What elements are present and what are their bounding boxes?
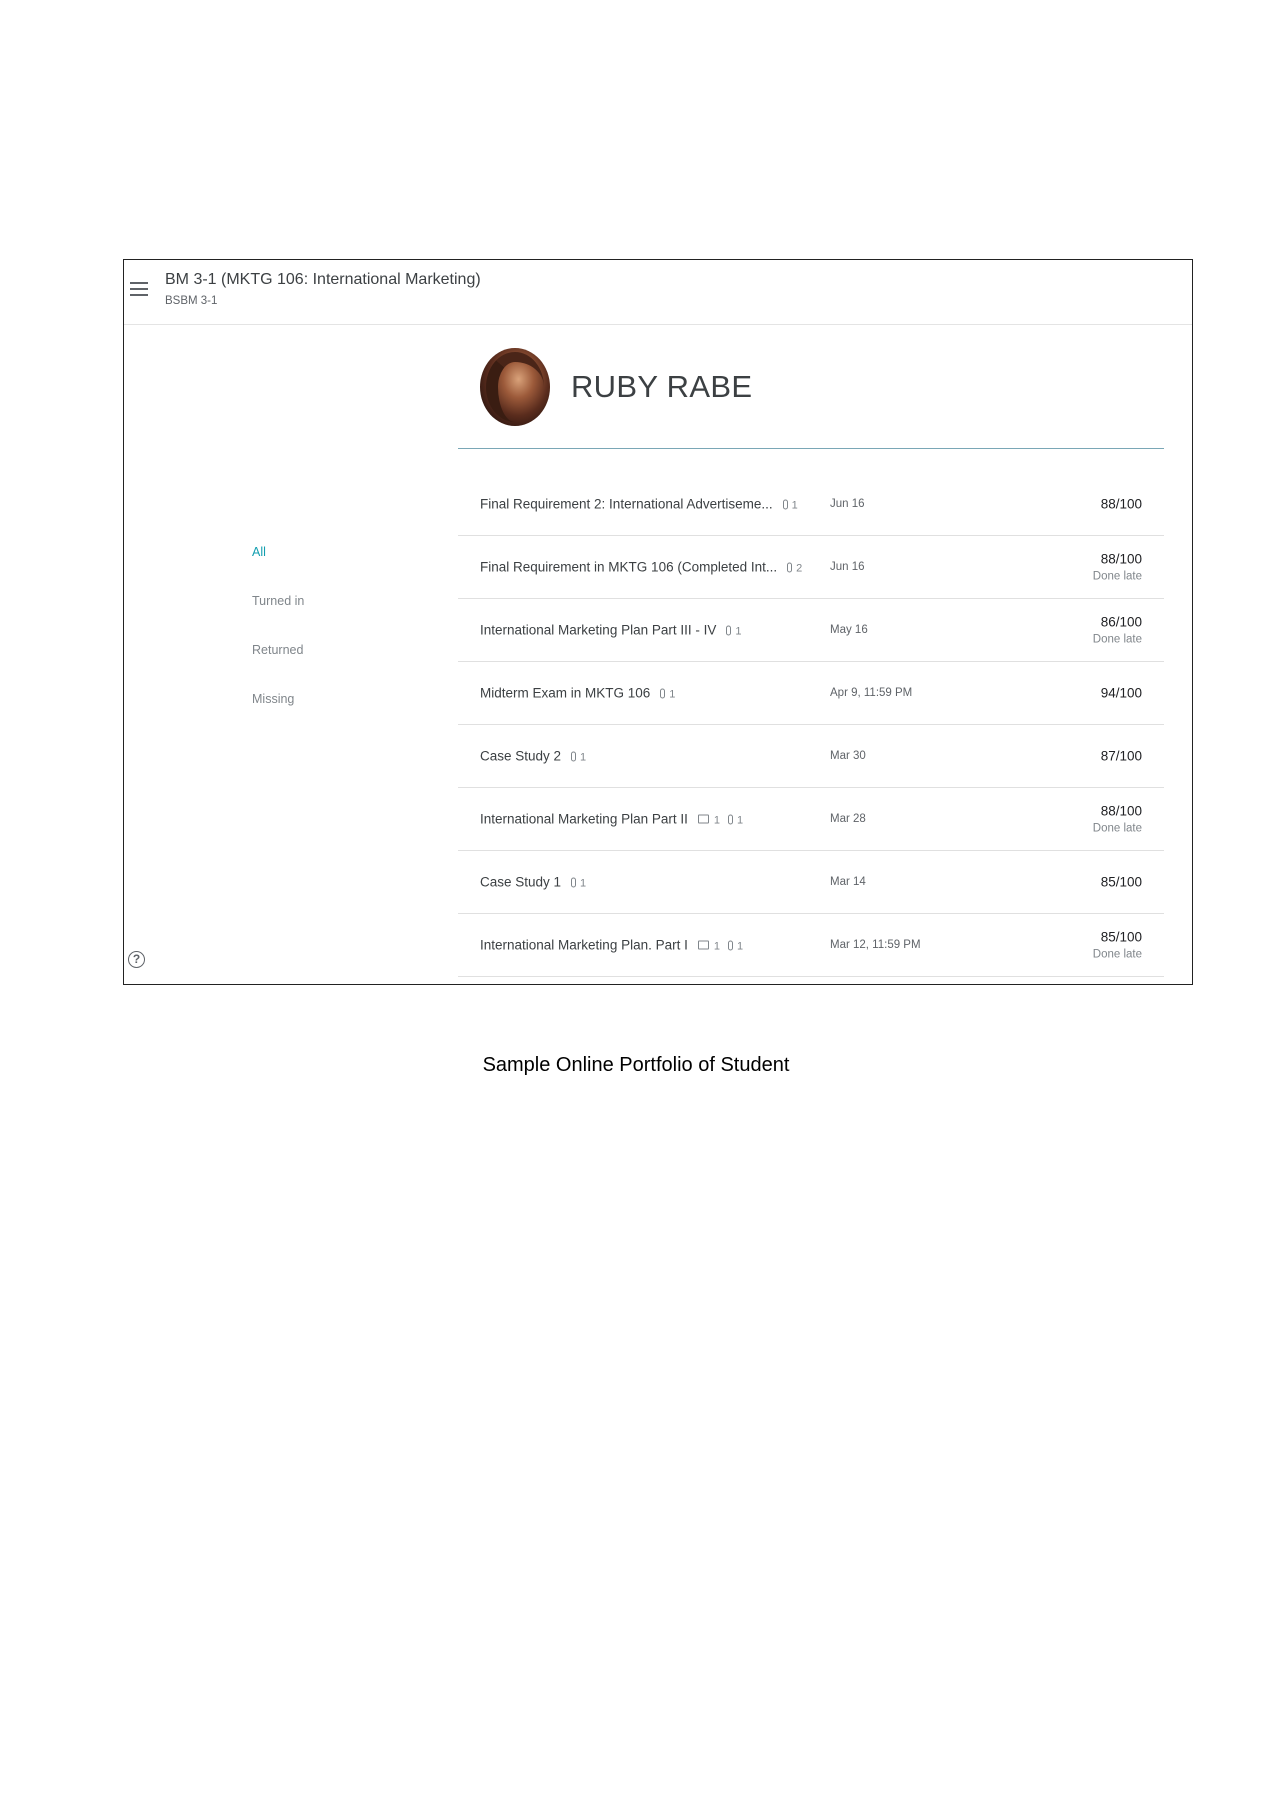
assignment-row[interactable]: Final Requirement 2: International Adver… [458,473,1164,536]
status-label: Done late [1092,822,1142,835]
grade-score: 88/100 [1100,496,1142,512]
status-label: Done late [1092,948,1142,961]
attachment-count: 1 [580,877,587,890]
comment-count: 1 [713,814,720,827]
status-label: Done late [1092,570,1142,583]
due-date: Mar 30 [830,750,866,762]
assignment-title: Final Requirement in MKTG 106 (Completed… [480,559,778,575]
grade-score: 88/100 [1100,551,1142,567]
top-bar: BM 3-1 (MKTG 106: International Marketin… [124,260,1192,325]
assignment-title: Case Study 2 [480,748,562,764]
hamburger-menu-icon[interactable] [130,282,148,296]
grade-score: 85/100 [1100,929,1142,945]
filter-all[interactable]: All [252,545,266,559]
due-date: Jun 16 [830,498,865,510]
due-date: Apr 9, 11:59 PM [830,687,913,699]
due-date: Mar 14 [830,876,866,888]
assignment-row[interactable]: Case Study 2 1 Mar 30 87/100 [458,725,1164,788]
attachment-count: 1 [669,688,676,701]
due-date: May 16 [830,624,868,636]
attachment-count: 1 [735,625,742,638]
assignment-title: Final Requirement 2: International Adver… [480,496,773,512]
assignment-row[interactable]: International Marketing Plan Part III - … [458,599,1164,662]
grade-score: 86/100 [1100,614,1142,630]
grade-score: 87/100 [1100,748,1142,764]
assignment-row[interactable]: Final Requirement in MKTG 106 (Completed… [458,536,1164,599]
paperclip-icon [782,499,788,510]
paperclip-icon [787,562,793,573]
grade-score: 85/100 [1100,874,1142,890]
assignment-title: Midterm Exam in MKTG 106 [480,685,651,701]
paperclip-icon [571,877,577,888]
paperclip-icon [660,688,666,699]
due-date: Mar 12, 11:59 PM [830,939,921,951]
paperclip-icon [727,814,733,825]
attachment-count: 1 [736,814,744,827]
due-date: Mar 28 [830,813,866,825]
filter-missing[interactable]: Missing [252,692,294,706]
attachment-count: 1 [791,499,798,512]
assignment-title: International Marketing Plan Part III - … [480,622,717,638]
comment-icon [697,940,709,950]
attachment-count: 1 [736,940,744,953]
assignment-row[interactable]: International Marketing Plan. Part I 1 1 M… [458,914,1164,977]
class-title: BM 3-1 (MKTG 106: International Marketin… [165,271,481,288]
paperclip-icon [571,751,577,762]
paperclip-icon [726,625,732,636]
assignment-title: Case Study 1 [480,874,562,890]
assignment-title: International Marketing Plan Part II [480,811,688,827]
filter-returned[interactable]: Returned [252,643,303,657]
help-icon[interactable]: ? [128,951,145,968]
comment-icon [697,814,709,824]
grade-score: 94/100 [1100,685,1142,701]
avatar [480,348,550,426]
paperclip-icon [727,940,733,951]
name-divider [458,448,1164,449]
due-date: Jun 16 [830,561,865,573]
attachment-count: 2 [796,562,803,575]
assignment-row[interactable]: Midterm Exam in MKTG 106 1 Apr 9, 11:59 P… [458,662,1164,725]
figure-caption: Sample Online Portfolio of Student [482,1054,790,1076]
attachment-count: 1 [580,751,587,764]
student-name: RUBY RABE [571,369,753,404]
assignment-title: International Marketing Plan. Part I [480,937,688,953]
class-subtitle: BSBM 3-1 [165,295,218,307]
classroom-window: BM 3-1 (MKTG 106: International Marketin… [123,259,1193,985]
assignment-row[interactable]: Case Study 1 1 Mar 14 85/100 [458,851,1164,914]
grade-score: 88/100 [1100,803,1142,819]
status-label: Done late [1092,633,1142,646]
comment-count: 1 [713,940,720,953]
filter-turned-in[interactable]: Turned in [252,594,304,608]
assignment-row[interactable]: International Marketing Plan Part II 1 1 M… [458,788,1164,851]
assignment-list: Final Requirement 2: International Adver… [458,473,1164,977]
